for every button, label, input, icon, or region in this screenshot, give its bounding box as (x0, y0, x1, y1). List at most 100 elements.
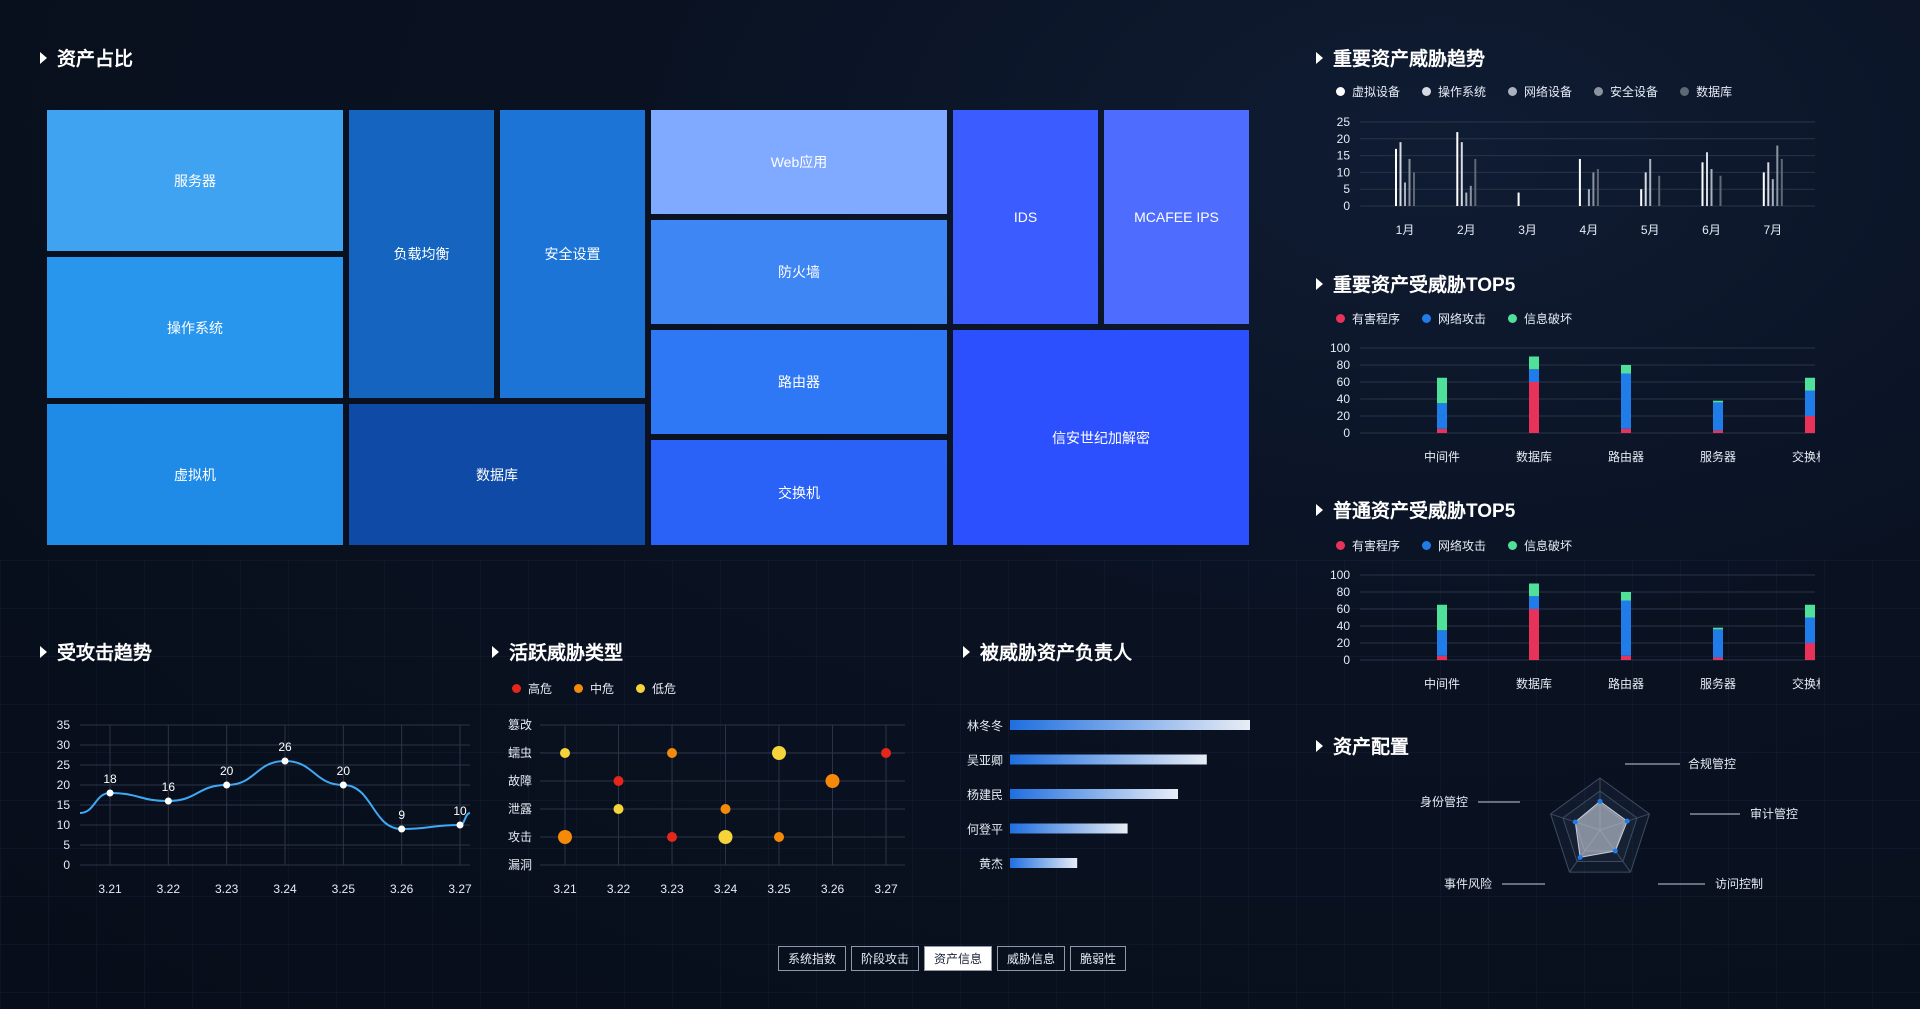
legend-dot-icon (1422, 314, 1432, 323)
treemap-tile-os[interactable]: 操作系统 (47, 257, 343, 398)
y-tick-label: 35 (57, 718, 71, 732)
stacked-bar-segment (1529, 382, 1539, 433)
section-title-important-top5: 重要资产受威胁TOP5 (1316, 270, 1515, 297)
treemap-tile-web-app[interactable]: Web应用 (651, 110, 947, 214)
trend-bar (1578, 158, 1581, 206)
y-tick-label: 15 (57, 798, 71, 812)
radar-indicator-label: 身份管控 (1420, 794, 1468, 809)
scatter-point (613, 804, 624, 814)
legend-dot-icon (1594, 87, 1604, 96)
radar-point (1624, 818, 1630, 824)
treemap-tile-firewall[interactable]: 防火墙 (651, 220, 947, 324)
legend-item-security[interactable]: 安全设备 (1594, 83, 1658, 100)
data-label: 20 (337, 764, 351, 778)
legend-item-low[interactable]: 低危 (636, 680, 676, 697)
x-tick-label: 中间件 (1424, 676, 1460, 691)
stacked-bar-segment (1437, 403, 1447, 429)
y-tick-label: 10 (1337, 165, 1351, 179)
section-title-text: 被威胁资产负责人 (980, 643, 1133, 664)
caret-right-icon (492, 645, 499, 658)
tile-label: 数据库 (476, 466, 518, 483)
treemap-tile-ids[interactable]: IDS (953, 110, 1098, 324)
legend-item-medium[interactable]: 中危 (574, 680, 614, 697)
treemap-tile-switch[interactable]: 交换机 (651, 440, 947, 545)
legend-item-virtual[interactable]: 虚拟设备 (1336, 83, 1400, 100)
legend-item-info-damage[interactable]: 信息破坏 (1508, 310, 1572, 327)
data-label: 18 (103, 772, 117, 786)
treemap-tile-server[interactable]: 服务器 (47, 110, 343, 251)
legend-item-high[interactable]: 高危 (512, 680, 552, 697)
scatter-point (772, 746, 786, 760)
y-tick-label: 20 (1337, 132, 1351, 146)
tab-system-index[interactable]: 系统指数 (778, 946, 847, 971)
stacked-bar-segment (1805, 643, 1815, 660)
stacked-bar-segment (1621, 428, 1631, 433)
tab-threat-info[interactable]: 威胁信息 (997, 946, 1066, 971)
tab-vulnerability[interactable]: 脆弱性 (1070, 946, 1127, 971)
legend-item-malware[interactable]: 有害程序 (1336, 310, 1400, 327)
trend-bar (1767, 162, 1770, 206)
legend-item-database[interactable]: 数据库 (1680, 83, 1732, 100)
data-point (164, 797, 172, 805)
legend-label: 有害程序 (1352, 312, 1401, 326)
trend-bar (1587, 189, 1590, 206)
legend-label: 网络攻击 (1438, 312, 1487, 326)
treemap-tile-vm[interactable]: 虚拟机 (47, 404, 343, 545)
legend-item-network[interactable]: 网络设备 (1508, 83, 1572, 100)
legend-item-malware[interactable]: 有害程序 (1336, 537, 1400, 554)
important-top5-legend: 有害程序 网络攻击 信息破坏 (1336, 310, 1572, 327)
legend-label: 安全设备 (1610, 85, 1659, 99)
x-tick-label: 交换机 (1792, 676, 1820, 691)
active-threats-chart: 漏洞 攻击 泄露 故障 蠕虫 篡改 3.21 3.22 3.23 3.24 3.25 3.26 3.27 (508, 717, 905, 896)
treemap-tile-mcafee-ips[interactable]: MCAFEE IPS (1104, 110, 1249, 324)
scatter-point (774, 832, 784, 842)
scatter-point (825, 774, 840, 788)
tile-label: 交换机 (778, 484, 820, 501)
x-tick-label: 3.25 (767, 882, 791, 896)
tab-asset-info[interactable]: 资产信息 (924, 946, 993, 971)
section-title-attack-trend: 受攻击趋势 (40, 638, 152, 665)
radar-point (1612, 848, 1618, 854)
section-title-asset-config: 资产配置 (1316, 732, 1409, 759)
stacked-bar-segment (1529, 369, 1539, 382)
y-tick-label: 20 (57, 778, 71, 792)
trend-bar (1592, 172, 1595, 206)
trend-bar (1658, 175, 1661, 206)
treemap-tile-router[interactable]: 路由器 (651, 330, 947, 434)
x-tick-label: 数据库 (1516, 676, 1552, 691)
owner-bar (1010, 858, 1078, 868)
legend-dot-icon (1508, 541, 1518, 550)
x-tick-label: 1月 (1396, 223, 1415, 237)
tile-label: 负载均衡 (393, 246, 450, 262)
tile-label: 操作系统 (167, 319, 223, 336)
normal-top5-legend: 有害程序 网络攻击 信息破坏 (1336, 537, 1572, 554)
treemap-tile-load-balancer[interactable]: 负载均衡 (349, 110, 494, 398)
caret-right-icon (1316, 503, 1323, 516)
tile-label: IDS (1013, 209, 1038, 225)
y-tick-label: 25 (57, 758, 71, 772)
x-tick-label: 中间件 (1424, 449, 1460, 464)
stacked-bar-segment (1437, 630, 1447, 656)
legend-item-network-attack[interactable]: 网络攻击 (1422, 310, 1486, 327)
treemap-tile-xinan[interactable]: 信安世纪加解密 (953, 330, 1249, 545)
scatter-point (667, 832, 677, 842)
legend-item-network-attack[interactable]: 网络攻击 (1422, 537, 1486, 554)
x-tick-label: 3.26 (390, 882, 414, 896)
legend-label: 高危 (528, 682, 553, 696)
legend-dot-icon (1508, 314, 1518, 323)
data-point (223, 781, 231, 789)
y-tick-label: 5 (63, 838, 70, 852)
stacked-bar-segment (1713, 627, 1723, 630)
stacked-bar-segment (1437, 655, 1447, 660)
legend-item-os[interactable]: 操作系统 (1422, 83, 1486, 100)
legend-label: 有害程序 (1352, 539, 1401, 553)
radar-point (1597, 798, 1603, 804)
treemap-tile-database[interactable]: 数据库 (349, 404, 645, 545)
tab-stage-attack[interactable]: 阶段攻击 (851, 946, 920, 971)
important-trend-legend: 虚拟设备 操作系统 网络设备 安全设备 数据库 (1336, 83, 1732, 100)
data-label: 9 (398, 808, 405, 822)
x-tick-label: 3.22 (157, 882, 181, 896)
treemap-tile-security-settings[interactable]: 安全设置 (500, 110, 645, 398)
legend-item-info-damage[interactable]: 信息破坏 (1508, 537, 1572, 554)
data-label: 26 (278, 740, 292, 754)
